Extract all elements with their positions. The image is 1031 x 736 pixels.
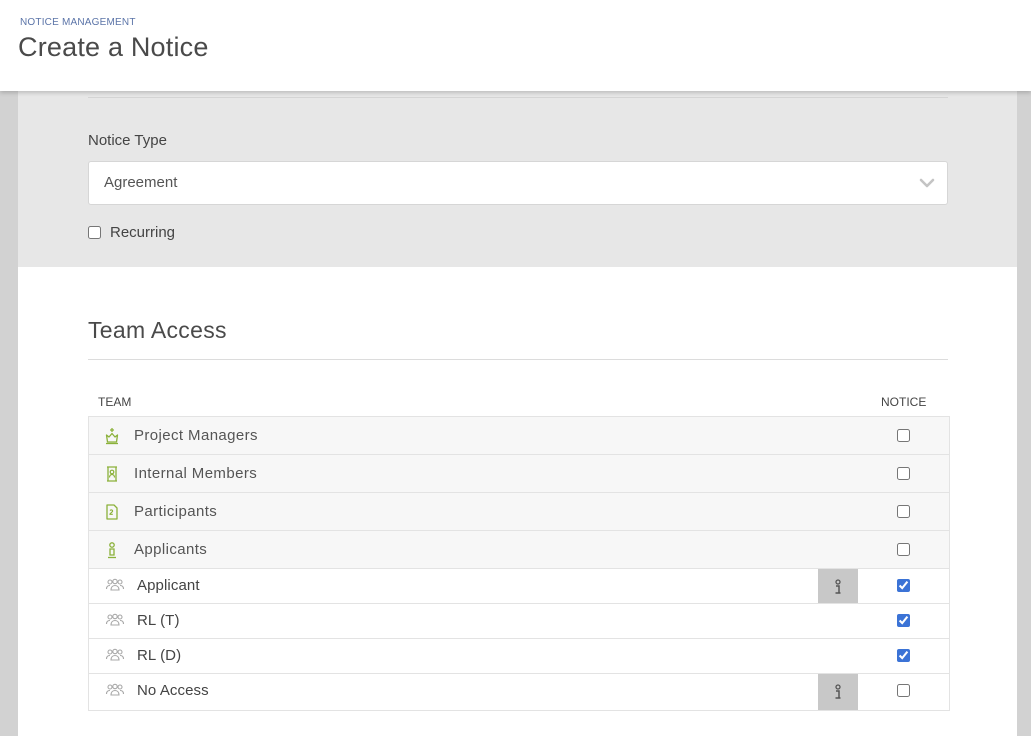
team-access-title: Team Access	[88, 317, 227, 343]
role-row-rl-d: RL (D)	[89, 638, 949, 673]
role-label: Applicant	[137, 577, 200, 594]
notice-checkbox[interactable]	[897, 579, 910, 592]
person-icon	[108, 542, 116, 559]
info-button[interactable]	[818, 569, 858, 605]
users-icon	[105, 613, 125, 626]
team-access-table: Project Managers Internal Members Partic…	[88, 416, 950, 711]
column-header-notice: NOTICE	[881, 395, 927, 409]
team-row-participants: Participants	[89, 492, 949, 530]
users-icon	[105, 683, 125, 696]
notice-settings-section: Notice Type Agreement Recurring	[18, 91, 1017, 267]
notice-type-value: Agreement	[104, 174, 178, 191]
recurring-label: Recurring	[110, 223, 176, 241]
role-label: No Access	[137, 682, 209, 699]
team-label: Project Managers	[134, 427, 258, 444]
notice-type-select[interactable]: Agreement	[88, 161, 948, 205]
recurring-option[interactable]: Recurring	[88, 223, 175, 241]
badge-icon	[107, 466, 117, 482]
team-label: Applicants	[134, 541, 208, 558]
role-row-applicant: Applicant	[89, 568, 949, 605]
team-row-applicants: Applicants	[89, 530, 949, 568]
role-label: RL (D)	[137, 647, 182, 664]
notice-type-label: Notice Type	[88, 132, 167, 149]
team-label: Internal Members	[134, 465, 258, 482]
notice-checkbox[interactable]	[897, 505, 910, 518]
chevron-down-icon	[919, 178, 935, 188]
page-header: NOTICE MANAGEMENT Create a Notice	[0, 0, 1031, 91]
notice-checkbox[interactable]	[897, 614, 910, 627]
page-title: Create a Notice	[18, 32, 209, 62]
notice-checkbox[interactable]	[897, 429, 910, 442]
role-label: RL (T)	[137, 612, 180, 629]
users-icon	[105, 578, 125, 591]
recurring-checkbox[interactable]	[88, 225, 101, 239]
notice-checkbox[interactable]	[897, 543, 910, 556]
divider	[88, 97, 948, 98]
breadcrumb[interactable]: NOTICE MANAGEMENT	[20, 17, 136, 28]
users-icon	[105, 648, 125, 661]
divider	[88, 359, 948, 360]
info-icon	[835, 684, 841, 699]
notice-checkbox[interactable]	[897, 467, 910, 480]
role-row-no-access: No Access	[89, 673, 949, 711]
notice-checkbox[interactable]	[897, 684, 910, 697]
crown-icon	[105, 428, 119, 445]
team-row-project-managers: Project Managers	[89, 416, 949, 454]
form-panel: Notice Type Agreement Recurring Team Acc…	[18, 91, 1017, 736]
role-row-rl-t: RL (T)	[89, 603, 949, 638]
team-row-internal-members: Internal Members	[89, 454, 949, 492]
document-icon	[106, 504, 118, 520]
notice-checkbox[interactable]	[897, 649, 910, 662]
info-button[interactable]	[818, 674, 858, 710]
column-header-team: TEAM	[98, 395, 132, 409]
team-label: Participants	[134, 503, 218, 520]
info-icon	[835, 579, 841, 594]
